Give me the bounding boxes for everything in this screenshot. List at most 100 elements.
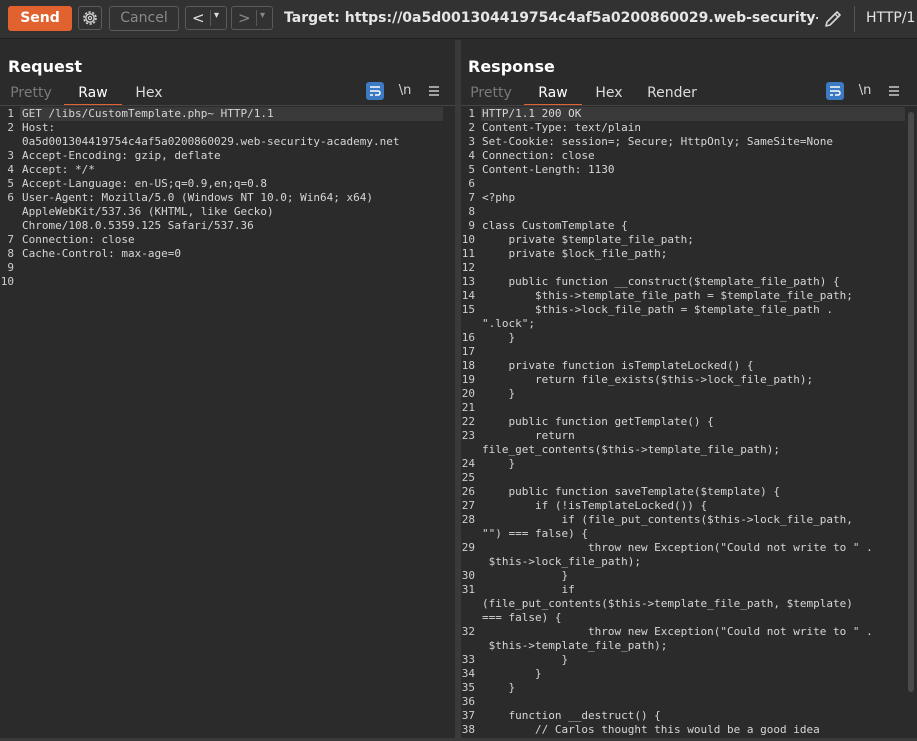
code-line[interactable]: 15 $this->lock_file_path = $template_fil… — [461, 303, 917, 317]
send-button[interactable]: Send — [8, 6, 72, 31]
http-version-label[interactable]: HTTP/1 — [866, 10, 915, 26]
code-line[interactable]: === false) { — [461, 611, 917, 625]
code-line[interactable]: 23 return — [461, 429, 917, 443]
wrap-lines-toggle[interactable] — [826, 82, 844, 100]
line-text: Connection: close — [482, 149, 595, 162]
response-editor[interactable]: 1 HTTP/1.1 200 OK 2 Content-Type: text/plai… — [461, 107, 917, 741]
code-line[interactable]: $this->lock_file_path); — [461, 555, 917, 569]
line-text: GET /libs/CustomTemplate.php~ HTTP/1.1 — [22, 107, 274, 121]
code-line[interactable]: 27 if (!isTemplateLocked()) { — [461, 499, 917, 513]
tabs-divider — [0, 105, 455, 106]
code-line[interactable]: 33 } — [461, 653, 917, 667]
forward-history-dropdown-icon[interactable]: ▾ — [260, 10, 265, 21]
code-line[interactable]: 28 if (file_put_contents($this->lock_fil… — [461, 513, 917, 527]
code-line[interactable]: 35 } — [461, 681, 917, 695]
back-navigation[interactable]: < ▾ — [185, 6, 227, 30]
code-line[interactable]: 13 public function __construct($template… — [461, 275, 917, 289]
code-line[interactable]: 19 return file_exists($this->lock_file_p… — [461, 373, 917, 387]
code-line[interactable]: Chrome/108.0.5359.125 Safari/537.36 — [0, 219, 455, 233]
code-line[interactable]: 34 } — [461, 667, 917, 681]
line-number: 11 — [461, 247, 475, 260]
code-line[interactable]: 25 — [461, 471, 917, 485]
code-line[interactable]: 5 Accept-Language: en-US;q=0.9,en;q=0.8 — [0, 177, 455, 191]
code-line[interactable]: 1 HTTP/1.1 200 OK — [461, 107, 917, 121]
line-text: throw new Exception("Could not write to … — [482, 625, 873, 638]
response-menu-button[interactable] — [885, 82, 903, 100]
code-line[interactable]: 3 Set-Cookie: session=; Secure; HttpOnly;… — [461, 135, 917, 149]
show-newlines-toggle[interactable]: \n — [396, 82, 414, 100]
request-editor[interactable]: 1 GET /libs/CustomTemplate.php~ HTTP/1.1 2… — [0, 107, 455, 741]
code-line[interactable]: 31 if — [461, 583, 917, 597]
code-line[interactable]: 6 User-Agent: Mozilla/5.0 (Windows NT 10.… — [0, 191, 455, 205]
code-line[interactable]: 26 public function saveTemplate($templat… — [461, 485, 917, 499]
line-text: === false) { — [482, 611, 562, 624]
code-line[interactable]: 10 private $template_file_path; — [461, 233, 917, 247]
line-number: 32 — [461, 625, 475, 638]
tab-hex[interactable]: Hex — [586, 84, 632, 106]
forward-navigation[interactable]: > ▾ — [231, 6, 273, 30]
response-scrollbar[interactable] — [908, 112, 914, 692]
tab-render[interactable]: Render — [642, 84, 702, 106]
code-line[interactable]: 38 // Carlos thought this would be a goo… — [461, 723, 917, 737]
code-line[interactable]: 4 Accept: */* — [0, 163, 455, 177]
code-line[interactable]: 29 throw new Exception("Could not write … — [461, 541, 917, 555]
code-line[interactable]: 18 private function isTemplateLocked() { — [461, 359, 917, 373]
line-number: 24 — [461, 457, 475, 470]
code-line[interactable]: 2 Content-Type: text/plain — [461, 121, 917, 135]
code-line[interactable]: 9 — [0, 261, 455, 275]
code-line[interactable]: 4 Connection: close — [461, 149, 917, 163]
target-url[interactable]: Target: https://0a5d001304419754c4af5a02… — [284, 10, 818, 28]
code-line[interactable]: file_get_contents($this->template_file_p… — [461, 443, 917, 457]
code-line[interactable]: 3 Accept-Encoding: gzip, deflate — [0, 149, 455, 163]
request-menu-button[interactable] — [425, 82, 443, 100]
code-line[interactable]: 14 $this->template_file_path = $template… — [461, 289, 917, 303]
tab-pretty[interactable]: Pretty — [8, 84, 54, 106]
wrap-lines-toggle[interactable] — [366, 82, 384, 100]
settings-button[interactable] — [78, 6, 102, 30]
code-line[interactable]: $this->template_file_path); — [461, 639, 917, 653]
code-line[interactable]: 32 throw new Exception("Could not write … — [461, 625, 917, 639]
code-line[interactable]: 36 — [461, 695, 917, 709]
tab-raw[interactable]: Raw — [524, 84, 582, 106]
line-text: Accept-Encoding: gzip, deflate — [22, 149, 221, 162]
code-line[interactable]: 9 class CustomTemplate { — [461, 219, 917, 233]
code-line[interactable]: 20 } — [461, 387, 917, 401]
code-line[interactable]: 8 Cache-Control: max-age=0 — [0, 247, 455, 261]
code-line[interactable]: 1 GET /libs/CustomTemplate.php~ HTTP/1.1 — [0, 107, 455, 121]
code-line[interactable]: 12 — [461, 261, 917, 275]
code-line[interactable]: "") === false) { — [461, 527, 917, 541]
code-line[interactable]: 0a5d001304419754c4af5a0200860029.web-sec… — [0, 135, 455, 149]
code-line[interactable]: 6 — [461, 177, 917, 191]
code-line[interactable]: 16 } — [461, 331, 917, 345]
forward-arrow-icon[interactable]: > — [238, 9, 251, 27]
code-line[interactable]: AppleWebKit/537.36 (KHTML, like Gecko) — [0, 205, 455, 219]
code-line[interactable]: 10 — [0, 275, 455, 289]
line-number: 21 — [461, 401, 475, 414]
tab-pretty[interactable]: Pretty — [468, 84, 514, 106]
line-number: 6 — [7, 191, 14, 204]
back-arrow-icon[interactable]: < — [192, 9, 205, 27]
cancel-button[interactable]: Cancel — [109, 6, 179, 31]
code-line[interactable]: 37 function __destruct() { — [461, 709, 917, 723]
code-line[interactable]: 24 } — [461, 457, 917, 471]
code-line[interactable]: 11 private $lock_file_path; — [461, 247, 917, 261]
tab-hex[interactable]: Hex — [126, 84, 172, 106]
code-line[interactable]: 22 public function getTemplate() { — [461, 415, 917, 429]
line-text: if — [482, 583, 575, 596]
back-history-dropdown-icon[interactable]: ▾ — [214, 10, 219, 21]
tab-raw[interactable]: Raw — [64, 84, 122, 106]
pencil-icon[interactable] — [822, 8, 844, 30]
line-number: 25 — [461, 471, 475, 484]
code-line[interactable]: 7 Connection: close — [0, 233, 455, 247]
code-line[interactable]: 8 — [461, 205, 917, 219]
code-line[interactable]: ".lock"; — [461, 317, 917, 331]
code-line[interactable]: 2 Host: — [0, 121, 455, 135]
code-line[interactable]: 17 — [461, 345, 917, 359]
code-line[interactable]: 7 <?php — [461, 191, 917, 205]
code-line[interactable]: 21 — [461, 401, 917, 415]
code-line[interactable]: 5 Content-Length: 1130 — [461, 163, 917, 177]
line-text: } — [482, 457, 516, 470]
code-line[interactable]: (file_put_contents($this->template_file_… — [461, 597, 917, 611]
show-newlines-toggle[interactable]: \n — [856, 82, 874, 100]
code-line[interactable]: 30 } — [461, 569, 917, 583]
